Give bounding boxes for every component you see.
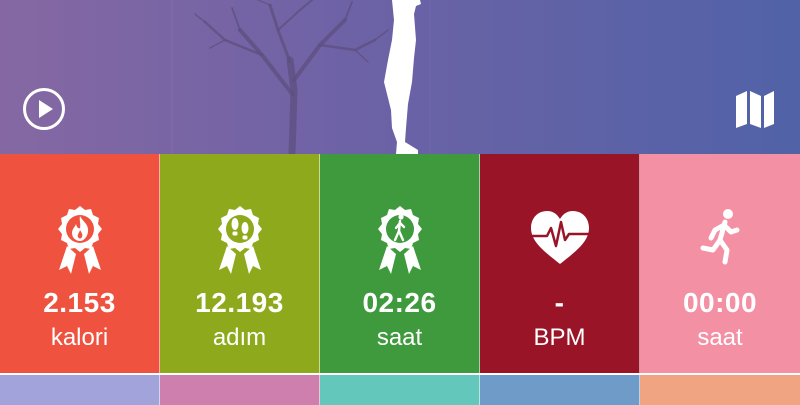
steps-unit: adım: [212, 324, 267, 351]
calories-unit: kalori: [50, 324, 109, 351]
walking-time-value: 02:26: [362, 287, 437, 318]
walking-badge-icon: [377, 206, 422, 274]
dashboard-screen: 2.153 kalori 12.193 adım 02:26 saat - BP…: [0, 0, 800, 405]
walking-time-unit: saat: [376, 324, 423, 351]
tile-heart-rate[interactable]: - BPM: [480, 154, 640, 373]
header-illustration: [171, 0, 431, 154]
person-silhouette: [384, 0, 421, 154]
calories-value: 2.153: [43, 287, 116, 318]
secondary-tile-3[interactable]: [320, 375, 480, 405]
heart-rate-unit: BPM: [533, 324, 586, 351]
calorie-badge-icon: [57, 206, 102, 274]
tree-silhouette: [194, 0, 389, 154]
running-time-value: 00:00: [682, 287, 758, 318]
heart-rate-value: -: [554, 287, 565, 318]
secondary-tile-5[interactable]: [640, 375, 800, 405]
tile-calories[interactable]: 2.153 kalori: [0, 154, 160, 373]
map-button[interactable]: [734, 88, 776, 130]
stats-tiles: 2.153 kalori 12.193 adım 02:26 saat - BP…: [0, 154, 800, 373]
tile-steps[interactable]: 12.193 adım: [160, 154, 320, 373]
header-banner: [0, 0, 800, 154]
steps-badge-icon: [217, 206, 262, 274]
map-icon: [736, 91, 774, 128]
tile-walking-time[interactable]: 02:26 saat: [320, 154, 480, 373]
steps-value: 12.193: [195, 287, 284, 318]
play-button[interactable]: [22, 87, 66, 131]
secondary-tiles-row: [0, 375, 800, 405]
tile-running-time[interactable]: 00:00 saat: [640, 154, 800, 373]
running-time-unit: saat: [697, 324, 743, 351]
secondary-tile-2[interactable]: [160, 375, 320, 405]
secondary-tile-1[interactable]: [0, 375, 160, 405]
play-circle-icon: [23, 88, 65, 130]
secondary-tile-4[interactable]: [480, 375, 640, 405]
running-icon: [700, 209, 740, 265]
heart-rate-icon: [529, 211, 590, 264]
